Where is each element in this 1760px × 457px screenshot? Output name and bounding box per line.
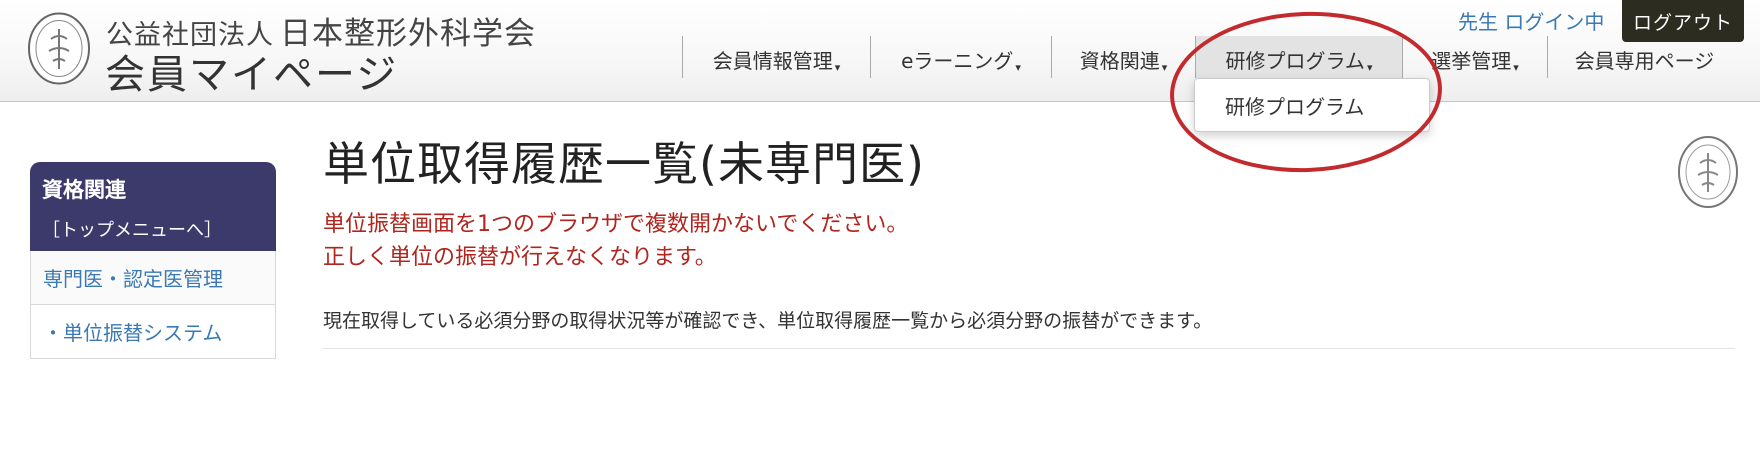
nav-member-info[interactable]: 会員情報管理 ▾ (682, 36, 870, 78)
association-seal-icon (1678, 136, 1738, 208)
sidebar: 資格関連 ［トップメニューへ］ 専門医・認定医管理 ・単位振替システム (30, 162, 276, 359)
nav-label: 研修プログラム (1225, 49, 1365, 73)
caret-down-icon: ▾ (1513, 61, 1519, 74)
caret-down-icon: ▾ (1015, 61, 1021, 74)
training-program-dropdown-item[interactable]: 研修プログラム (1194, 78, 1430, 132)
warning-message: 単位振替画面を1つのブラウザで複数開かないでください。 正しく単位の振替が行えな… (323, 208, 908, 274)
nav-label: eラーニング (901, 49, 1014, 73)
caret-down-icon: ▾ (1161, 61, 1168, 74)
warning-line: 単位振替画面を1つのブラウザで複数開かないでください。 (323, 212, 909, 237)
divider (323, 348, 1735, 349)
sidebar-item-specialist-management[interactable]: 専門医・認定医管理 (30, 251, 276, 305)
sidebar-title: 資格関連 (42, 178, 126, 202)
sidebar-header: 資格関連 ［トップメニューへ］ (30, 162, 276, 251)
sidebar-item-credit-transfer[interactable]: ・単位振替システム (30, 305, 276, 359)
nav-label: 資格関連 (1079, 49, 1160, 73)
nav-members-page[interactable]: 会員専用ページ (1547, 36, 1741, 78)
nav-qualification[interactable]: 資格関連 ▾ (1051, 36, 1195, 78)
site-title: 会員マイページ (105, 52, 399, 98)
nav-training-program[interactable]: 研修プログラム ▾ (1195, 36, 1402, 78)
nav-label: 会員専用ページ (1574, 49, 1715, 73)
page-description: 現在取得している必須分野の取得状況等が確認でき、単位取得履歴一覧から必須分野の振… (323, 310, 1213, 332)
caret-down-icon: ▾ (1366, 61, 1373, 74)
nav-label: 選挙管理 (1431, 49, 1512, 73)
nav-elearning[interactable]: eラーニング ▾ (870, 36, 1051, 78)
top-menu-link[interactable]: ［トップメニューへ］ (42, 216, 276, 242)
login-status: 先生 ログイン中 (1458, 10, 1605, 34)
nav-label: 会員情報管理 (712, 49, 833, 73)
association-seal-logo[interactable] (27, 11, 91, 86)
nav-election[interactable]: 選挙管理 ▾ (1402, 36, 1547, 78)
caret-down-icon: ▾ (834, 61, 841, 74)
page-title: 単位取得履歴一覧(未専門医) (323, 137, 925, 191)
warning-line: 正しく単位の振替が行えなくなります。 (323, 245, 717, 270)
